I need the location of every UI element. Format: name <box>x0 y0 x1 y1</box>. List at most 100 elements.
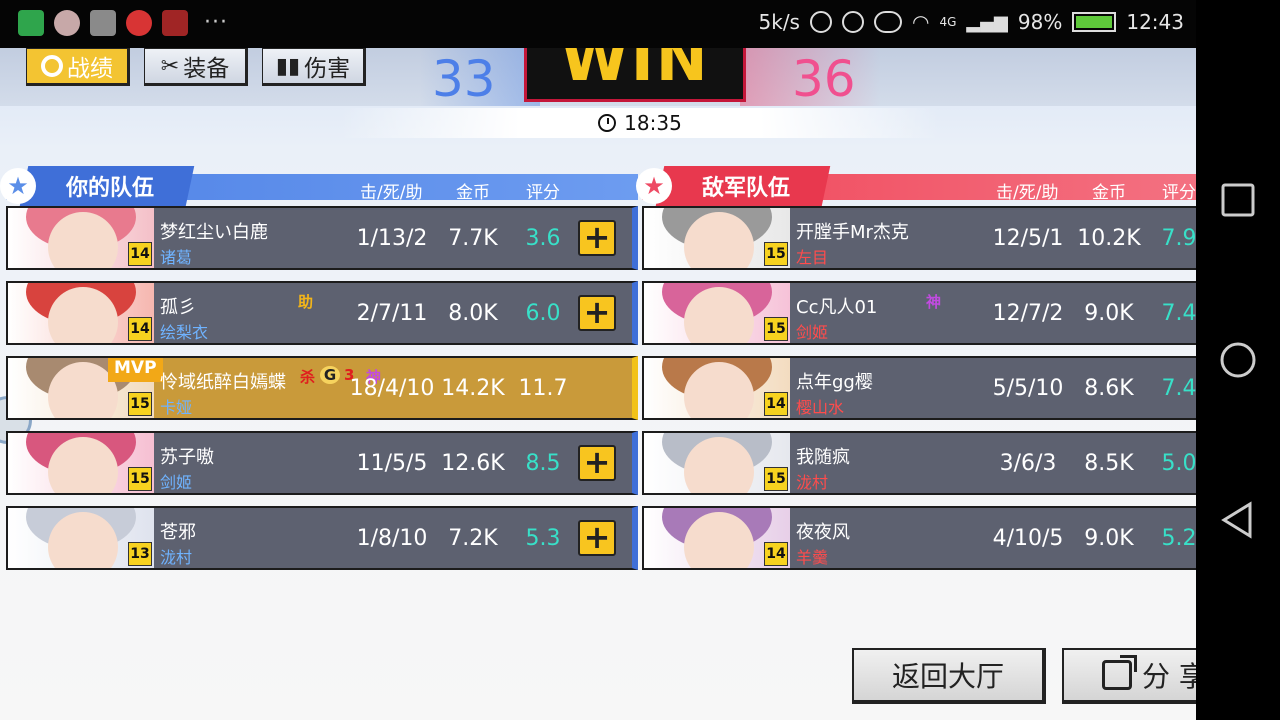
hero-level: 14 <box>764 542 788 566</box>
like-button[interactable]: + <box>578 520 616 556</box>
back-icon[interactable] <box>1218 500 1258 540</box>
tab-record-label: 战绩 <box>67 56 113 82</box>
hero-name: 卡娅 <box>160 398 193 417</box>
battery-percent: 98% <box>1017 10 1063 34</box>
player-gold: 12.6K <box>441 451 505 476</box>
player-row[interactable]: 15 Cc凡人01 剑姬 神 12/7/2 9.0K 7.4 <box>642 281 1196 345</box>
player-rating: 5.3 <box>525 526 561 551</box>
player-rating: 5.0 <box>1161 451 1197 476</box>
home-icon[interactable] <box>1218 340 1258 380</box>
like-button[interactable]: + <box>578 445 616 481</box>
share-button[interactable]: 分 享 <box>1062 648 1196 704</box>
battery-icon <box>1072 12 1117 32</box>
player-gold: 9.0K <box>1084 526 1134 551</box>
player-gold: 7.2K <box>448 526 498 551</box>
player-row[interactable]: 15 开膛手Mr杰克 左目 12/5/1 10.2K 7.9 <box>642 206 1196 270</box>
player-row[interactable]: MVP 15 怜域纸醉白嫣蝶 卡娅杀 G 3 神 18/4/10 14.2K 11.7 <box>6 356 638 420</box>
player-kda: 5/5/10 <box>992 376 1064 401</box>
player-row[interactable]: 14 梦红尘い白鹿 诸葛 1/13/2 7.7K 3.6 + <box>6 206 638 270</box>
achievement-badge: G <box>320 366 340 384</box>
wifi-icon: ◠ <box>911 10 930 34</box>
tab-record[interactable]: 战绩 <box>26 48 130 86</box>
win-banner: WIN <box>524 48 746 102</box>
share-icon <box>1102 660 1132 690</box>
game-app-icon <box>162 10 188 36</box>
hero-name: 绘梨衣 <box>160 323 209 342</box>
more-notifications-icon: ··· <box>204 10 228 35</box>
player-rating: 7.4 <box>1161 376 1197 401</box>
game-result-screen: 战绩 ✂ 装备 ▮▮ 伤害 33 WIN 36 18:35 ★ 你的队伍 击/死… <box>0 48 1196 720</box>
hero-level: 14 <box>128 317 152 341</box>
column-rating: 评分 <box>1162 183 1196 203</box>
player-row[interactable]: 14 夜夜风 羊羹 4/10/5 9.0K 5.2 <box>642 506 1196 570</box>
signal-icon: ▂▄▆ <box>966 11 1008 33</box>
win-banner-text: WIN <box>560 48 710 95</box>
your-team-title: 你的队伍 <box>66 176 155 201</box>
mvp-badge: MVP <box>108 358 163 382</box>
hero-level: 13 <box>128 542 152 566</box>
column-gold: 金币 <box>456 183 490 203</box>
cloud-app-icon <box>126 10 152 36</box>
share-label: 分 享 <box>1142 660 1196 693</box>
player-kda: 12/5/1 <box>992 226 1064 251</box>
hero-level: 14 <box>128 242 152 266</box>
player-gold: 8.5K <box>1084 451 1134 476</box>
player-rating: 7.9 <box>1161 226 1197 251</box>
player-gold: 8.0K <box>448 301 498 326</box>
like-button[interactable]: + <box>578 220 616 256</box>
player-kda: 18/4/10 <box>349 376 435 401</box>
hero-level: 15 <box>128 467 152 491</box>
player-kda: 1/8/10 <box>356 526 428 551</box>
player-name: 梦红尘い白鹿 <box>160 222 268 243</box>
bar-chart-icon: ▮▮ <box>275 53 301 79</box>
hero-name: 剑姬 <box>160 473 193 492</box>
hero-level: 14 <box>764 392 788 416</box>
enemy-team-header: ★ 敌军队伍 击/死/助 金币 评分 <box>636 166 1196 206</box>
hero-name: 羊羹 <box>796 548 829 567</box>
hero-name: 剑姬 <box>796 323 829 342</box>
match-duration: 18:35 <box>624 111 682 135</box>
player-kda: 1/13/2 <box>356 226 428 251</box>
star-icon: ★ <box>636 168 672 204</box>
player-row[interactable]: 14 孤彡 绘梨衣 助 2/7/11 8.0K 6.0 + <box>6 281 638 345</box>
player-rating: 7.4 <box>1161 301 1197 326</box>
player-row[interactable]: 15 苏子嗷 剑姬 11/5/5 12.6K 8.5 + <box>6 431 638 495</box>
back-to-lobby-button[interactable]: 返回大厅 <box>852 648 1046 704</box>
tab-equipment-label: 装备 <box>183 56 230 82</box>
your-team-panel: ★ 你的队伍 击/死/助 金币 评分 14 梦红尘い白鹿 诸葛 1/13/2 7.7K 3… <box>0 166 638 570</box>
player-name: 开膛手Mr杰克 <box>796 222 909 243</box>
like-button[interactable]: + <box>578 295 616 331</box>
player-gold: 8.6K <box>1084 376 1134 401</box>
back-to-lobby-label: 返回大厅 <box>891 660 1004 693</box>
hero-level: 15 <box>764 317 788 341</box>
record-icon <box>41 55 63 77</box>
player-name: 苏子嗷 <box>160 447 214 468</box>
tab-damage[interactable]: ▮▮ 伤害 <box>262 48 366 86</box>
tab-equipment[interactable]: ✂ 装备 <box>144 48 248 86</box>
column-kda: 击/死/助 <box>996 183 1059 203</box>
hero-level: 15 <box>128 392 152 416</box>
player-kda: 12/7/2 <box>992 301 1064 326</box>
hero-name: 泷村 <box>160 548 193 567</box>
recent-apps-icon[interactable] <box>1218 180 1258 220</box>
column-gold: 金币 <box>1092 183 1126 203</box>
blue-team-score: 33 <box>432 50 496 108</box>
player-row[interactable]: 14 点年gg樱 樱山水 5/5/10 8.6K 7.4 <box>642 356 1196 420</box>
player-name: 点年gg樱 <box>796 372 873 393</box>
headset-app-icon <box>18 10 44 36</box>
navigation-bar <box>1196 0 1280 720</box>
player-row[interactable]: 15 我随疯 泷村 3/6/3 8.5K 5.0 <box>642 431 1196 495</box>
red-team-score: 36 <box>792 50 856 108</box>
clock-time: 12:43 <box>1126 10 1184 34</box>
hero-name: 左目 <box>796 248 829 267</box>
player-gold: 7.7K <box>448 226 498 251</box>
player-kda: 4/10/5 <box>992 526 1064 551</box>
column-rating: 评分 <box>526 183 560 203</box>
hero-level: 15 <box>764 242 788 266</box>
player-kda: 2/7/11 <box>356 301 428 326</box>
player-name: 苍邪 <box>160 522 196 543</box>
player-name: 怜域纸醉白嫣蝶 <box>160 372 286 393</box>
player-row[interactable]: 13 苍邪泷村 1/8/10 7.2K 5.3 + <box>6 506 638 570</box>
player-rating: 3.6 <box>525 226 561 251</box>
achievement-badge: 杀 <box>300 368 316 386</box>
